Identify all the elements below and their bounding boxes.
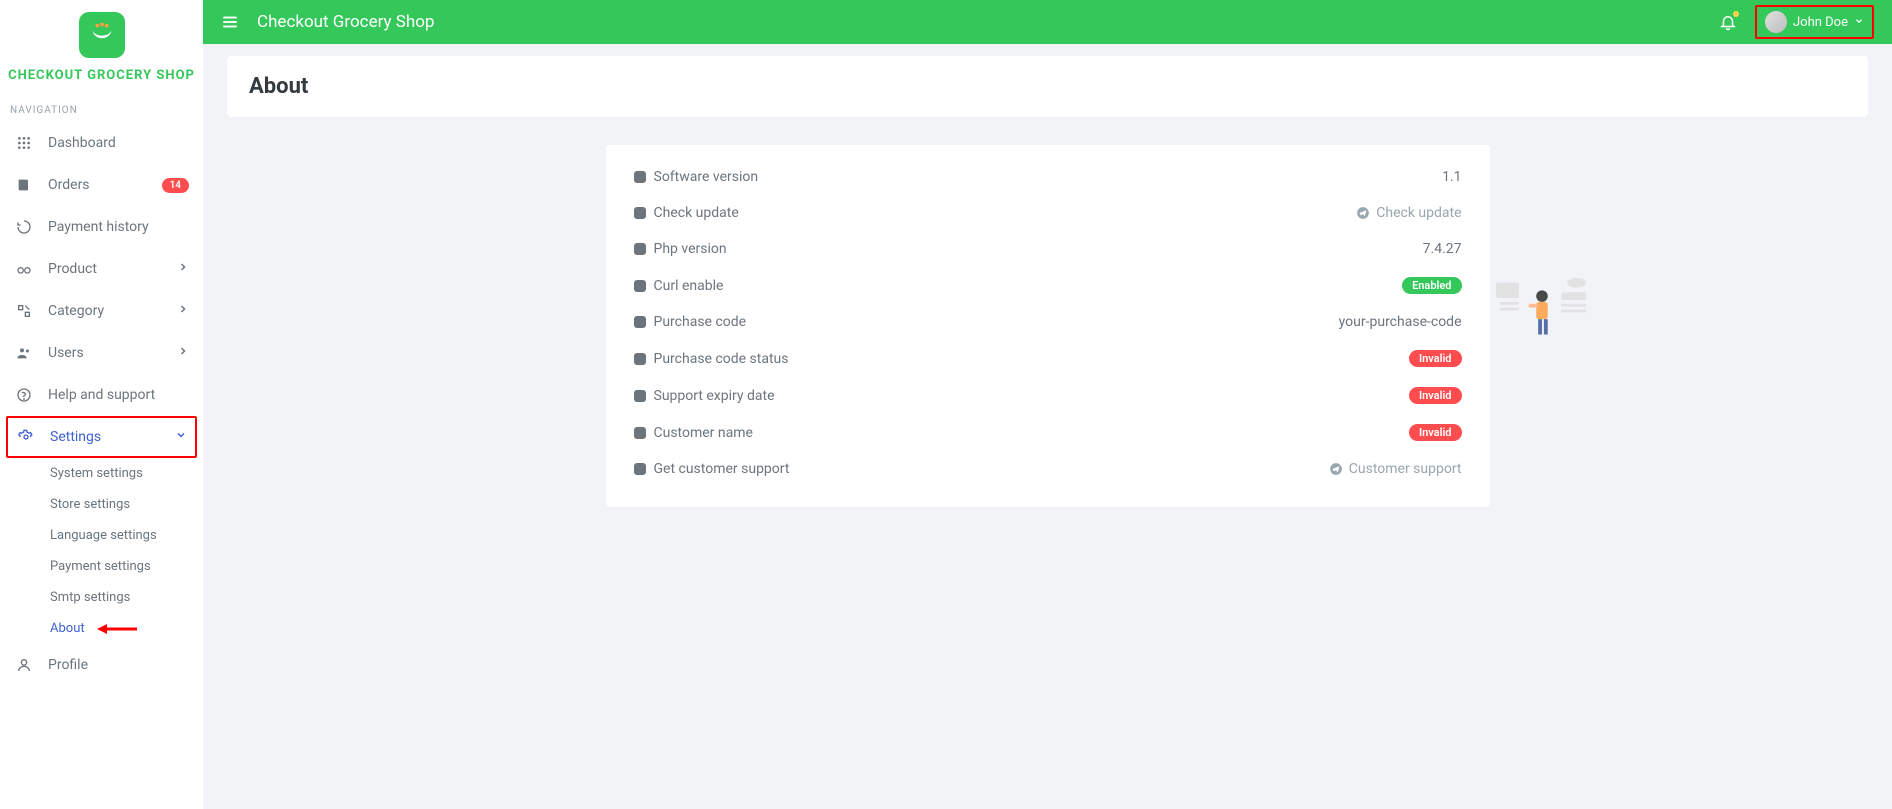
bullet-icon — [634, 207, 646, 219]
row-purchase-code: Purchase code your-purchase-code — [634, 304, 1462, 340]
sidebar-item-label: Payment history — [48, 219, 189, 235]
row-purchase-code-status: Purchase code status Invalid — [634, 340, 1462, 377]
settings-submenu: System settings Store settings Language … — [0, 458, 203, 644]
sidebar-item-users[interactable]: Users — [0, 332, 203, 374]
row-label: Curl enable — [654, 278, 724, 294]
row-label: Get customer support — [654, 461, 790, 477]
telegram-icon — [1329, 462, 1343, 476]
user-icon — [14, 656, 34, 674]
nav-section-label: NAVIGATION — [0, 91, 203, 122]
row-check-update: Check update Check update — [634, 195, 1462, 231]
book-icon — [14, 176, 34, 194]
category-icon — [14, 302, 34, 320]
page-header: About — [227, 56, 1868, 117]
page-title: About — [249, 74, 1846, 99]
sidebar-item-help[interactable]: Help and support — [0, 374, 203, 416]
user-name-label: John Doe — [1793, 15, 1848, 30]
sidebar-item-settings[interactable]: Settings — [6, 416, 197, 458]
sidebar-item-product[interactable]: Product — [0, 248, 203, 290]
row-value: Customer support — [1349, 461, 1462, 477]
sub-item-smtp-settings[interactable]: Smtp settings — [50, 582, 203, 613]
sub-item-system-settings[interactable]: System settings — [50, 458, 203, 489]
customer-support-link[interactable]: Customer support — [1329, 461, 1462, 477]
status-badge: Enabled — [1402, 277, 1461, 294]
row-label: Support expiry date — [654, 388, 775, 404]
gear-icon — [16, 428, 36, 446]
row-value: 1.1 — [1442, 169, 1461, 185]
users-icon — [14, 344, 34, 362]
row-curl-enable: Curl enable Enabled — [634, 267, 1462, 304]
brand-title: CHECKOUT GROCERY SHOP — [0, 68, 203, 83]
user-menu[interactable]: John Doe — [1755, 5, 1874, 39]
row-value: Check update — [1376, 205, 1461, 221]
sidebar-item-label: Product — [48, 261, 177, 277]
row-label: Customer name — [654, 425, 753, 441]
notification-dot-icon — [1733, 11, 1739, 17]
product-icon — [14, 260, 34, 278]
sidebar-item-label: Users — [48, 345, 177, 361]
notifications-button[interactable] — [1719, 13, 1737, 31]
status-badge: Invalid — [1409, 424, 1462, 441]
sidebar-item-label: Orders — [48, 177, 162, 193]
row-get-support: Get customer support Customer support — [634, 451, 1462, 487]
bullet-icon — [634, 463, 646, 475]
row-label: Php version — [654, 241, 727, 257]
bullet-icon — [634, 427, 646, 439]
bullet-icon — [634, 280, 646, 292]
row-support-expiry: Support expiry date Invalid — [634, 377, 1462, 414]
chevron-right-icon — [177, 303, 189, 319]
bullet-icon — [634, 243, 646, 255]
history-icon — [14, 218, 34, 236]
annotation-arrow-icon — [97, 621, 137, 637]
sub-item-payment-settings[interactable]: Payment settings — [50, 551, 203, 582]
sidebar-item-label: Category — [48, 303, 177, 319]
grid-icon — [14, 134, 34, 152]
help-icon — [14, 386, 34, 404]
brand: CHECKOUT GROCERY SHOP — [0, 0, 203, 91]
topbar: Checkout Grocery Shop John Doe — [203, 0, 1892, 44]
status-badge: Invalid — [1409, 350, 1462, 367]
sidebar: CHECKOUT GROCERY SHOP NAVIGATION Dashboa… — [0, 0, 203, 809]
row-label: Purchase code status — [654, 351, 789, 367]
check-update-link[interactable]: Check update — [1356, 205, 1461, 221]
sidebar-item-dashboard[interactable]: Dashboard — [0, 122, 203, 164]
sidebar-item-label: Profile — [48, 657, 189, 673]
menu-toggle-button[interactable] — [221, 13, 239, 31]
bullet-icon — [634, 353, 646, 365]
sidebar-item-label: Dashboard — [48, 135, 189, 151]
sidebar-item-profile[interactable]: Profile — [0, 644, 203, 686]
sidebar-item-payment-history[interactable]: Payment history — [0, 206, 203, 248]
bullet-icon — [634, 390, 646, 402]
brand-logo-icon — [79, 12, 125, 58]
avatar — [1765, 11, 1787, 33]
orders-count-badge: 14 — [162, 178, 189, 193]
chevron-right-icon — [177, 261, 189, 277]
bullet-icon — [634, 316, 646, 328]
sidebar-item-orders[interactable]: Orders 14 — [0, 164, 203, 206]
row-value: 7.4.27 — [1423, 241, 1462, 257]
bullet-icon — [634, 171, 646, 183]
about-card: Software version 1.1 Check update Check … — [606, 145, 1490, 507]
support-illustration-icon — [1494, 275, 1590, 345]
chevron-down-icon — [1854, 14, 1864, 30]
row-customer-name: Customer name Invalid — [634, 414, 1462, 451]
sub-item-language-settings[interactable]: Language settings — [50, 520, 203, 551]
sidebar-item-label: Help and support — [48, 387, 189, 403]
sidebar-item-category[interactable]: Category — [0, 290, 203, 332]
row-label: Check update — [654, 205, 739, 221]
sidebar-item-label: Settings — [50, 429, 175, 445]
telegram-icon — [1356, 206, 1370, 220]
chevron-down-icon — [175, 429, 187, 445]
row-software-version: Software version 1.1 — [634, 159, 1462, 195]
app-title: Checkout Grocery Shop — [257, 12, 1719, 32]
row-value: your-purchase-code — [1339, 314, 1462, 330]
row-php-version: Php version 7.4.27 — [634, 231, 1462, 267]
sub-item-about[interactable]: About — [50, 613, 85, 644]
status-badge: Invalid — [1409, 387, 1462, 404]
row-label: Software version — [654, 169, 759, 185]
chevron-right-icon — [177, 345, 189, 361]
sub-item-store-settings[interactable]: Store settings — [50, 489, 203, 520]
row-label: Purchase code — [654, 314, 747, 330]
